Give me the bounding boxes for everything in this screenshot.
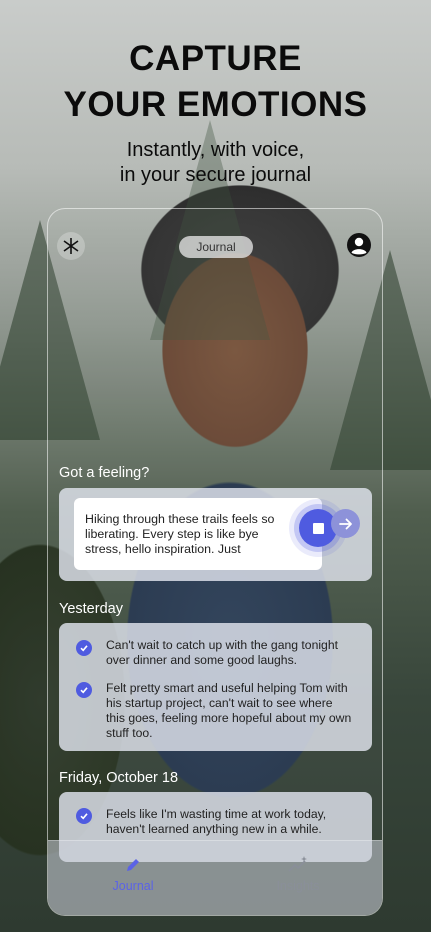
arrow-right-icon	[338, 518, 352, 529]
prompt-title: Got a feeling?	[59, 465, 150, 481]
app-top-bar: Journal	[48, 232, 382, 262]
asterisk-logo-icon	[63, 238, 79, 254]
app-logo-button[interactable]	[57, 232, 85, 260]
section-title-yesterday: Yesterday	[59, 601, 123, 617]
subhead-line-1: Instantly, with voice,	[126, 139, 305, 161]
stop-icon	[312, 522, 324, 534]
marketing-header: CAPTURE YOUR EMOTIONS Instantly, with vo…	[0, 36, 431, 188]
entry-text: Can't wait to catch up with the gang ton…	[106, 638, 339, 667]
entries-card-yesterday: Can't wait to catch up with the gang ton…	[59, 623, 372, 751]
check-icon	[76, 682, 92, 698]
headline-line-2: YOUR EMOTIONS	[63, 85, 368, 124]
send-button[interactable]	[331, 509, 360, 538]
tab-insights[interactable]: Insights	[238, 855, 358, 893]
sparkle-chart-icon	[288, 856, 307, 872]
headline-line-1: CAPTURE	[129, 39, 302, 78]
account-icon[interactable]	[346, 232, 372, 258]
bottom-tab-bar: Journal Insights	[48, 840, 382, 915]
app-frame: Journal Got a feeling? Hiking through th…	[47, 208, 383, 916]
journal-entry-text[interactable]: Hiking through these trails feels so lib…	[85, 512, 290, 557]
tab-journal-label: Journal	[112, 879, 154, 893]
section-title-friday: Friday, October 18	[59, 770, 179, 786]
check-icon	[76, 640, 92, 656]
check-icon	[76, 808, 92, 824]
pencil-icon	[127, 859, 139, 871]
entry-text: Feels like I'm wasting time at work toda…	[106, 807, 327, 836]
tab-insights-label: Insights	[276, 879, 320, 893]
compose-card: Hiking through these trails feels so lib…	[59, 488, 372, 581]
entry-text: Felt pretty smart and useful helping Tom…	[106, 681, 352, 740]
journal-entry-input[interactable]: Hiking through these trails feels so lib…	[74, 498, 337, 570]
journal-title-pill: Journal	[179, 236, 253, 258]
tab-journal[interactable]: Journal	[73, 855, 193, 893]
subhead-line-2: in your secure journal	[119, 164, 312, 186]
